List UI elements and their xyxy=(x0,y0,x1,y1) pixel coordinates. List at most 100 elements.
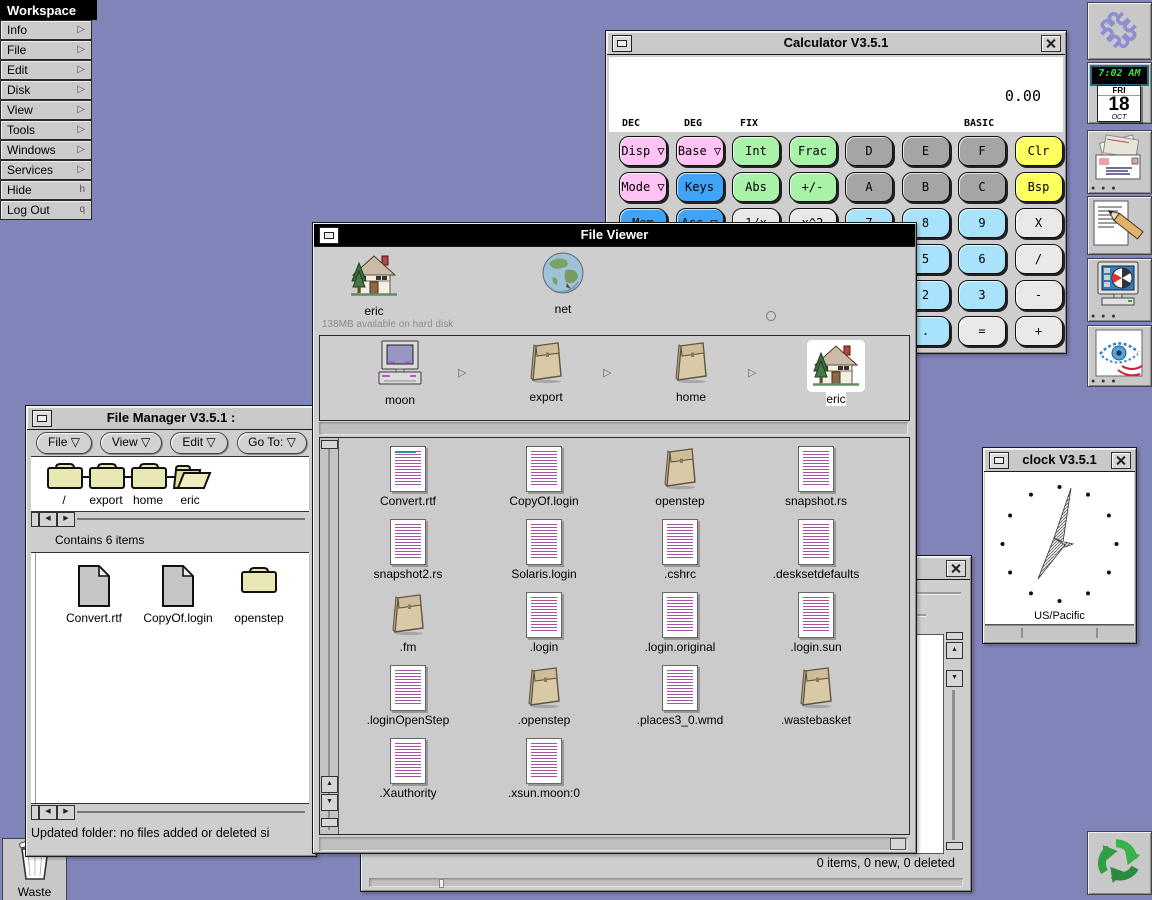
fm-path-folder-export[interactable] xyxy=(88,461,126,496)
file-viewer-titlebar[interactable]: File Viewer xyxy=(314,224,915,247)
calc-key-X[interactable]: X xyxy=(1015,208,1063,238)
fv-horizontal-scrollbar[interactable] xyxy=(319,837,908,851)
file-item-.login.original[interactable]: .login.original xyxy=(612,588,748,661)
fv-vertical-scrollbar[interactable]: ▲ ▼ xyxy=(320,438,339,834)
fm-path-folder-/[interactable] xyxy=(46,461,84,496)
window-menu-button[interactable] xyxy=(612,35,632,52)
workspace-menu-item-services[interactable]: Services▷ xyxy=(0,160,92,180)
file-item-snapshot.rs[interactable]: snapshot.rs xyxy=(748,442,884,515)
workspace-menu-item-windows[interactable]: Windows▷ xyxy=(0,140,92,160)
fm-bottom-scrollbar[interactable]: ◀ ▶ xyxy=(31,804,309,820)
file-manager-titlebar[interactable]: File Manager V3.5.1 : xyxy=(27,407,315,430)
fm-file-item-s[interactable]: s xyxy=(294,555,309,625)
close-button[interactable] xyxy=(946,560,966,577)
calc-key-F[interactable]: F xyxy=(958,136,1006,166)
menu-file[interactable]: File ▽ xyxy=(36,432,92,454)
workspace-menu-item-file[interactable]: File▷ xyxy=(0,40,92,60)
close-button[interactable] xyxy=(1041,35,1061,52)
fm-top-scrollbar[interactable]: ◀ ▶ xyxy=(31,511,309,527)
menu-edit[interactable]: Edit ▽ xyxy=(170,432,228,454)
window-menu-button[interactable] xyxy=(32,410,52,427)
calc-key-A[interactable]: A xyxy=(845,172,893,202)
fm-vertical-scroll-track[interactable] xyxy=(35,553,36,803)
texteditor-tile[interactable] xyxy=(1087,196,1152,255)
file-manager-file-pane[interactable]: Convert.rtfCopyOf.loginopensteps xyxy=(31,552,309,804)
calc-key-=[interactable]: = xyxy=(958,316,1006,346)
fm-file-item-openstep[interactable]: openstep xyxy=(214,555,304,625)
calc-key-3[interactable]: 3 xyxy=(958,280,1006,310)
window-menu-button[interactable] xyxy=(989,452,1009,469)
calc-key-C[interactable]: C xyxy=(958,172,1006,202)
calc-key-Mode ▽[interactable]: Mode ▽ xyxy=(619,172,667,202)
calc-key-Disp ▽[interactable]: Disp ▽ xyxy=(619,136,667,166)
clock-titlebar[interactable]: clock V3.5.1 xyxy=(984,449,1135,472)
path-item-export[interactable]: export xyxy=(498,340,594,404)
close-button[interactable] xyxy=(1111,452,1131,469)
file-item-.desksetdefaults[interactable]: .desksetdefaults xyxy=(748,515,884,588)
calc-key-/[interactable]: / xyxy=(1015,244,1063,274)
file-viewer-file-pane[interactable]: ▲ ▼ Convert.rtfCopyOf.loginopenstepsnaps… xyxy=(319,437,910,835)
calc-key-+/-[interactable]: +/- xyxy=(789,172,837,202)
window-menu-button[interactable] xyxy=(319,227,339,244)
recycle-tile[interactable] xyxy=(1087,831,1152,895)
perfmeter-tile[interactable]: ● ● ● xyxy=(1087,258,1152,322)
clock-calendar-tile[interactable]: 7:02 AM FRI 18 OCT xyxy=(1087,62,1152,124)
calc-key-Frac[interactable]: Frac xyxy=(789,136,837,166)
file-item-Solaris.login[interactable]: Solaris.login xyxy=(476,515,612,588)
calc-key-6[interactable]: 6 xyxy=(958,244,1006,274)
calc-key-D[interactable]: D xyxy=(845,136,893,166)
workspace-menu-item-log-out[interactable]: Log Outq xyxy=(0,200,92,220)
file-item-.xsun.moon:0[interactable]: .xsun.moon:0 xyxy=(476,734,612,807)
calc-key-B[interactable]: B xyxy=(902,172,950,202)
imagetool-tile[interactable]: ● ● ● xyxy=(1087,325,1152,387)
drive-net[interactable]: net xyxy=(508,251,618,316)
menu-goto[interactable]: Go To: ▽ xyxy=(237,432,307,454)
clock-footer xyxy=(985,625,1134,641)
file-item-.login.sun[interactable]: .login.sun xyxy=(748,588,884,661)
fm-file-item-CopyOf.login[interactable]: CopyOf.login xyxy=(133,555,223,625)
workspace-menu-item-tools[interactable]: Tools▷ xyxy=(0,120,92,140)
file-item-.openstep[interactable]: .openstep xyxy=(476,661,612,734)
mail-vertical-scrollbar[interactable]: ▲ ▼ xyxy=(945,632,962,854)
file-item-Convert.rtf[interactable]: Convert.rtf xyxy=(340,442,476,515)
workspace-menu-item-edit[interactable]: Edit▷ xyxy=(0,60,92,80)
workspace-menu-item-view[interactable]: View▷ xyxy=(0,100,92,120)
fm-path-folder-home[interactable] xyxy=(130,461,168,496)
file-item-openstep[interactable]: openstep xyxy=(612,442,748,515)
calc-key-Base ▽[interactable]: Base ▽ xyxy=(676,136,724,166)
path-item-eric[interactable]: eric xyxy=(788,340,884,406)
file-item-.fm[interactable]: .fm xyxy=(340,588,476,661)
calc-key-9[interactable]: 9 xyxy=(958,208,1006,238)
sun-logo-tile[interactable] xyxy=(1087,2,1152,60)
file-item-snapshot2.rs[interactable]: snapshot2.rs xyxy=(340,515,476,588)
path-item-home[interactable]: home xyxy=(643,340,739,404)
file-item-CopyOf.login[interactable]: CopyOf.login xyxy=(476,442,612,515)
calc-key-Abs[interactable]: Abs xyxy=(732,172,780,202)
file-item-.loginOpenStep[interactable]: .loginOpenStep xyxy=(340,661,476,734)
calc-key-+[interactable]: + xyxy=(1015,316,1063,346)
file-manager-path-pane[interactable]: /exporthomeeric xyxy=(31,456,309,512)
workspace-menu-item-info[interactable]: Info▷ xyxy=(0,20,92,40)
path-item-moon[interactable]: moon xyxy=(352,340,448,407)
calc-key--[interactable]: - xyxy=(1015,280,1063,310)
file-viewer-path-panel[interactable]: moon▷export▷home▷eric xyxy=(319,335,910,421)
fm-file-item-Convert.rtf[interactable]: Convert.rtf xyxy=(49,555,139,625)
file-item-.wastebasket[interactable]: .wastebasket xyxy=(748,661,884,734)
calc-key-Bsp[interactable]: Bsp xyxy=(1015,172,1063,202)
drive-eric[interactable]: eric xyxy=(319,251,429,318)
file-item-.places3_0.wmd[interactable]: .places3_0.wmd xyxy=(612,661,748,734)
calc-key-E[interactable]: E xyxy=(902,136,950,166)
calc-key-Int[interactable]: Int xyxy=(732,136,780,166)
workspace-menu-item-hide[interactable]: Hideh xyxy=(0,180,92,200)
calc-key-Clr[interactable]: Clr xyxy=(1015,136,1063,166)
file-item-.Xauthority[interactable]: .Xauthority xyxy=(340,734,476,807)
fm-path-folder-eric[interactable] xyxy=(172,461,214,496)
file-item-.cshrc[interactable]: .cshrc xyxy=(612,515,748,588)
calc-key-Keys[interactable]: Keys xyxy=(676,172,724,202)
file-item-.login[interactable]: .login xyxy=(476,588,612,661)
mailtool-tile[interactable]: ● ● ● xyxy=(1087,130,1152,194)
menu-view[interactable]: View ▽ xyxy=(100,432,162,454)
workspace-menu-item-disk[interactable]: Disk▷ xyxy=(0,80,92,100)
mail-horizontal-scrollbar[interactable] xyxy=(369,878,963,887)
calculator-titlebar[interactable]: Calculator V3.5.1 xyxy=(607,32,1065,55)
